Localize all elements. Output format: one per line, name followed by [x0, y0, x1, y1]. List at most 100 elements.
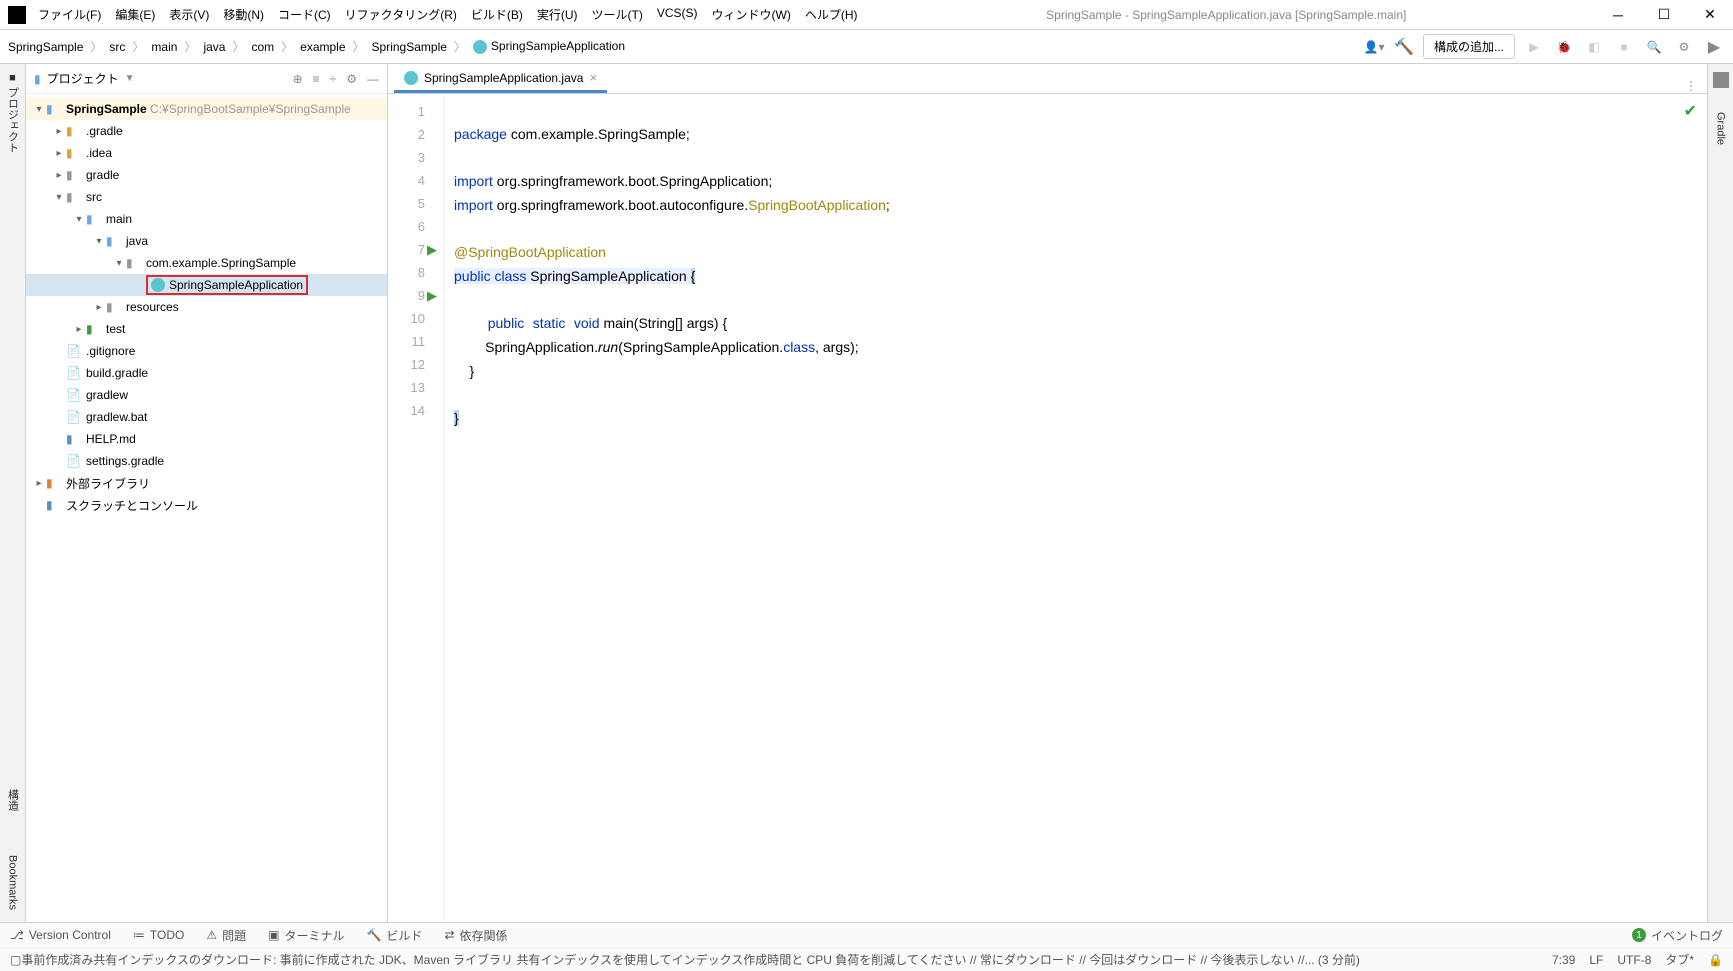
status-line-ending[interactable]: LF — [1589, 953, 1603, 967]
window-title: SpringSample - SpringSampleApplication.j… — [858, 8, 1595, 22]
readonly-lock-icon[interactable]: 🔒 — [1708, 953, 1723, 967]
tw-build[interactable]: 🔨 ビルド — [366, 927, 422, 944]
tw-problems[interactable]: ⚠ 問題 — [206, 927, 246, 944]
project-panel: ▮ プロジェクト ▼ ⊕ ≡ ÷ ⚙ — ▾▮ SpringSample C:¥… — [26, 64, 388, 922]
tree-gradle-dir[interactable]: ▸▮.gradle — [26, 120, 387, 142]
settings-icon[interactable]: ⚙ — [1673, 36, 1695, 58]
tree-gradlew[interactable]: 📄gradlew — [26, 384, 387, 406]
menu-edit[interactable]: 編集(E) — [115, 6, 155, 23]
maximize-button[interactable]: ☐ — [1641, 0, 1687, 30]
stripe-structure[interactable]: 構造 — [5, 789, 21, 811]
status-icon[interactable]: ▢ — [10, 953, 21, 967]
settings-icon[interactable]: ⚙ — [346, 72, 357, 86]
run-anything-icon[interactable]: ▶ — [1703, 36, 1725, 58]
editor-panel: SpringSampleApplication.java × ⋮ 1 2 3 4… — [388, 64, 1707, 922]
menu-file[interactable]: ファイル(F) — [38, 6, 101, 23]
breadcrumb-item[interactable]: SpringSample — [372, 40, 447, 54]
menu-refactor[interactable]: リファクタリング(R) — [345, 6, 457, 23]
tw-eventlog[interactable]: 1 イベントログ — [1632, 927, 1723, 944]
class-icon — [151, 278, 165, 292]
run-icon[interactable]: ▶ — [1523, 36, 1545, 58]
debug-icon[interactable]: 🐞 — [1553, 36, 1575, 58]
menu-view[interactable]: 表示(V) — [169, 6, 209, 23]
breadcrumb-item[interactable]: main — [151, 40, 177, 54]
menu-navigate[interactable]: 移動(N) — [223, 6, 264, 23]
project-tree: ▾▮ SpringSample C:¥SpringBootSample¥Spri… — [26, 94, 387, 922]
status-bar: ▢ 事前作成済み共有インデックスのダウンロード: 事前に作成された JDK、Ma… — [0, 947, 1733, 971]
status-encoding[interactable]: UTF-8 — [1617, 953, 1651, 967]
run-config-button[interactable]: 構成の追加... — [1423, 34, 1515, 59]
inspection-ok-icon[interactable]: ✔ — [1684, 100, 1697, 123]
stripe-gradle[interactable]: Gradle — [1715, 112, 1727, 145]
tree-resources[interactable]: ▸▮resources — [26, 296, 387, 318]
app-logo-icon — [8, 6, 26, 24]
tw-vcs[interactable]: ⎇ Version Control — [10, 928, 111, 942]
right-tool-stripe: Gradle — [1707, 64, 1733, 922]
chevron-down-icon[interactable]: ▼ — [125, 73, 135, 84]
hide-icon[interactable]: — — [367, 72, 379, 86]
tab-label: SpringSampleApplication.java — [424, 71, 583, 85]
breadcrumb-item[interactable]: SpringSampleApplication — [473, 39, 625, 54]
menu-run[interactable]: 実行(U) — [537, 6, 578, 23]
tree-help-md[interactable]: ▮HELP.md — [26, 428, 387, 450]
add-user-icon[interactable]: 👤▾ — [1363, 36, 1385, 58]
minimize-button[interactable]: ─ — [1595, 0, 1641, 30]
class-icon — [473, 40, 487, 54]
breadcrumb-item[interactable]: src — [109, 40, 125, 54]
tree-test[interactable]: ▸▮test — [26, 318, 387, 340]
gradle-icon[interactable] — [1713, 72, 1729, 88]
tree-gitignore[interactable]: 📄.gitignore — [26, 340, 387, 362]
breadcrumb-item[interactable]: java — [203, 40, 225, 54]
breadcrumb-item[interactable]: SpringSample — [8, 40, 83, 54]
tree-scratch[interactable]: ▮スクラッチとコンソール — [26, 494, 387, 516]
collapse-all-icon[interactable]: ÷ — [330, 72, 337, 86]
build-icon[interactable]: 🔨 — [1393, 36, 1415, 58]
status-indent[interactable]: タブ* — [1665, 951, 1694, 968]
tree-package[interactable]: ▾▮com.example.SpringSample — [26, 252, 387, 274]
tree-src[interactable]: ▾▮src — [26, 186, 387, 208]
gutter-run-icon[interactable]: ▶ — [425, 284, 437, 307]
tw-deps[interactable]: ⇄ 依存関係 — [444, 927, 507, 944]
menu-code[interactable]: コード(C) — [278, 6, 331, 23]
tw-todo[interactable]: ≔ TODO — [133, 928, 184, 942]
navigation-bar: SpringSample〉 src〉 main〉 java〉 com〉 exam… — [0, 30, 1733, 64]
editor-tab[interactable]: SpringSampleApplication.java × — [394, 65, 607, 93]
gutter: 1 2 3 4 5 6 7▶ 8 9▶ 10 11 12 13 14 — [388, 94, 444, 922]
menu-vcs[interactable]: VCS(S) — [657, 6, 698, 23]
select-opened-icon[interactable]: ⊕ — [293, 72, 303, 86]
gutter-run-icon[interactable]: ▶ — [425, 238, 437, 261]
tree-build-gradle[interactable]: 📄build.gradle — [26, 362, 387, 384]
tree-app-class[interactable]: SpringSampleApplication — [26, 274, 387, 296]
code-editor[interactable]: ✔package com.example.SpringSample; impor… — [444, 94, 1707, 922]
close-tab-icon[interactable]: × — [589, 70, 597, 85]
menu-window[interactable]: ウィンドウ(W) — [712, 6, 791, 23]
stripe-project[interactable]: ■ プロジェクト — [5, 72, 21, 153]
menu-build[interactable]: ビルド(B) — [471, 6, 523, 23]
tw-terminal[interactable]: ▣ ターミナル — [268, 927, 344, 944]
stop-icon[interactable]: ■ — [1613, 36, 1635, 58]
menu-tools[interactable]: ツール(T) — [592, 6, 643, 23]
close-button[interactable]: ✕ — [1687, 0, 1733, 30]
expand-all-icon[interactable]: ≡ — [313, 72, 320, 86]
left-tool-stripe: ■ プロジェクト 構造 Bookmarks — [0, 64, 26, 922]
tree-main[interactable]: ▾▮main — [26, 208, 387, 230]
status-message[interactable]: 事前作成済み共有インデックスのダウンロード: 事前に作成された JDK、Mave… — [21, 951, 1538, 968]
stripe-bookmarks[interactable]: Bookmarks — [7, 855, 19, 910]
breadcrumb-item[interactable]: com — [251, 40, 274, 54]
tree-gradle[interactable]: ▸▮gradle — [26, 164, 387, 186]
tree-idea-dir[interactable]: ▸▮.idea — [26, 142, 387, 164]
tree-java[interactable]: ▾▮java — [26, 230, 387, 252]
title-bar: ファイル(F) 編集(E) 表示(V) 移動(N) コード(C) リファクタリン… — [0, 0, 1733, 30]
more-tabs-icon[interactable]: ⋮ — [1685, 79, 1697, 93]
menu-help[interactable]: ヘルプ(H) — [805, 6, 858, 23]
class-icon — [404, 71, 418, 85]
tree-root[interactable]: ▾▮ SpringSample C:¥SpringBootSample¥Spri… — [26, 98, 387, 120]
tool-window-bar: ⎇ Version Control ≔ TODO ⚠ 問題 ▣ ターミナル 🔨 … — [0, 923, 1733, 947]
coverage-icon[interactable]: ◧ — [1583, 36, 1605, 58]
search-icon[interactable]: 🔍 — [1643, 36, 1665, 58]
tree-ext-libs[interactable]: ▸▮外部ライブラリ — [26, 472, 387, 494]
breadcrumb-item[interactable]: example — [300, 40, 345, 54]
status-caret-pos[interactable]: 7:39 — [1552, 953, 1575, 967]
tree-gradlew-bat[interactable]: 📄gradlew.bat — [26, 406, 387, 428]
tree-settings-gradle[interactable]: 📄settings.gradle — [26, 450, 387, 472]
